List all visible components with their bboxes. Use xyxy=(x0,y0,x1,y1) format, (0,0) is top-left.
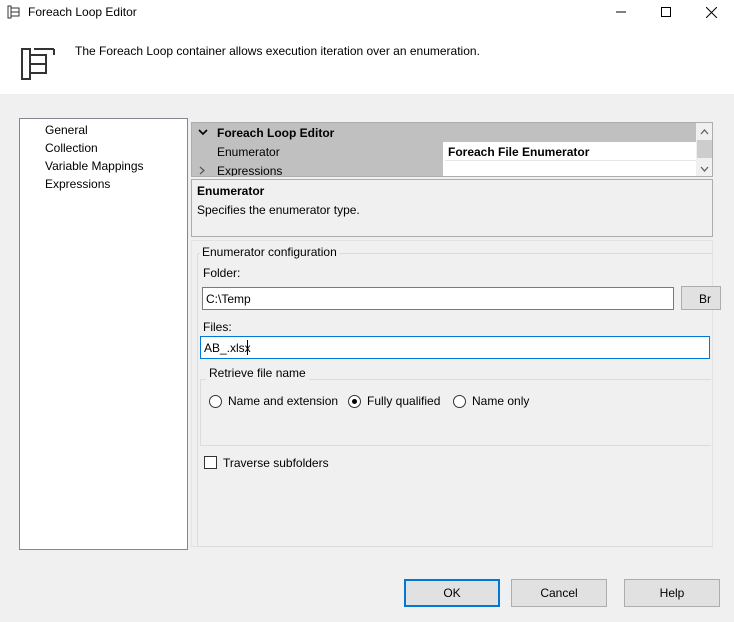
nav-list: General Collection Variable Mappings Exp… xyxy=(19,118,188,550)
property-category-label: Foreach Loop Editor xyxy=(217,126,335,140)
nav-item-general[interactable]: General xyxy=(45,123,88,137)
title-bar: Foreach Loop Editor xyxy=(0,0,734,24)
chevron-up-icon xyxy=(700,128,709,134)
property-description-box: Enumerator Specifies the enumerator type… xyxy=(191,179,713,237)
radio-selected-dot xyxy=(352,399,357,404)
nav-item-expressions[interactable]: Expressions xyxy=(45,177,110,191)
foreach-container-icon xyxy=(21,48,55,80)
help-button-label: Help xyxy=(659,586,685,600)
radio-name-only[interactable] xyxy=(453,395,466,408)
chevron-right-icon[interactable] xyxy=(199,166,205,175)
chevron-down-icon[interactable] xyxy=(198,127,208,137)
window-title: Foreach Loop Editor xyxy=(28,5,137,19)
folder-value: C:\Temp xyxy=(206,292,251,306)
files-input[interactable]: AB_.xlsx xyxy=(200,336,710,359)
cancel-button-label: Cancel xyxy=(540,586,578,600)
radio-name-only-label[interactable]: Name only xyxy=(472,394,529,408)
property-row-expressions[interactable]: Expressions xyxy=(192,161,696,177)
cancel-button[interactable]: Cancel xyxy=(511,579,607,607)
ok-button[interactable]: OK xyxy=(404,579,500,607)
browse-button[interactable]: Br xyxy=(681,286,721,310)
retrieve-file-name-label: Retrieve file name xyxy=(206,366,309,380)
chevron-down-icon xyxy=(700,166,709,172)
radio-name-and-extension-label[interactable]: Name and extension xyxy=(228,394,338,408)
minimize-icon xyxy=(616,11,626,13)
property-category-row[interactable]: Foreach Loop Editor xyxy=(192,123,696,142)
header-area: The Foreach Loop container allows execut… xyxy=(0,24,734,94)
files-label: Files: xyxy=(203,320,232,334)
nav-item-collection[interactable]: Collection xyxy=(45,141,98,155)
property-name: Expressions xyxy=(217,164,283,177)
maximize-icon xyxy=(661,7,671,17)
property-value: Foreach File Enumerator xyxy=(448,145,590,159)
property-value-field[interactable] xyxy=(445,161,696,176)
property-grid-scrollbar[interactable] xyxy=(696,123,712,176)
radio-name-and-extension[interactable] xyxy=(209,395,222,408)
description-text: Specifies the enumerator type. xyxy=(197,203,360,217)
radio-fully-qualified-label[interactable]: Fully qualified xyxy=(367,394,440,408)
files-value: AB_.xlsx xyxy=(204,341,251,355)
folder-input[interactable]: C:\Temp xyxy=(202,287,674,310)
close-icon xyxy=(705,6,717,18)
nav-item-variable-mappings[interactable]: Variable Mappings xyxy=(45,159,144,173)
ok-button-label: OK xyxy=(443,586,461,600)
text-caret xyxy=(247,340,248,355)
enumerator-config-label: Enumerator configuration xyxy=(200,245,339,259)
property-name: Enumerator xyxy=(217,145,280,159)
scroll-down-button[interactable] xyxy=(696,160,712,176)
radio-fully-qualified[interactable] xyxy=(348,395,361,408)
traverse-subfolders-label[interactable]: Traverse subfolders xyxy=(223,456,329,470)
scroll-thumb[interactable] xyxy=(697,140,712,158)
property-value-field[interactable]: Foreach File Enumerator xyxy=(445,142,696,161)
foreach-loop-icon xyxy=(7,5,20,19)
close-button[interactable] xyxy=(688,0,734,24)
property-row-enumerator[interactable]: Enumerator Foreach File Enumerator xyxy=(192,142,696,161)
description-title: Enumerator xyxy=(197,184,265,198)
maximize-button[interactable] xyxy=(643,0,689,24)
traverse-subfolders-checkbox[interactable] xyxy=(204,456,217,469)
header-description: The Foreach Loop container allows execut… xyxy=(75,44,480,58)
folder-label: Folder: xyxy=(203,266,241,280)
minimize-button[interactable] xyxy=(598,0,644,24)
retrieve-file-name-group xyxy=(200,379,711,446)
browse-button-label: Br xyxy=(699,292,711,306)
scroll-up-button[interactable] xyxy=(696,123,712,140)
help-button[interactable]: Help xyxy=(624,579,720,607)
property-grid: Foreach Loop Editor Enumerator Foreach F… xyxy=(191,122,713,177)
